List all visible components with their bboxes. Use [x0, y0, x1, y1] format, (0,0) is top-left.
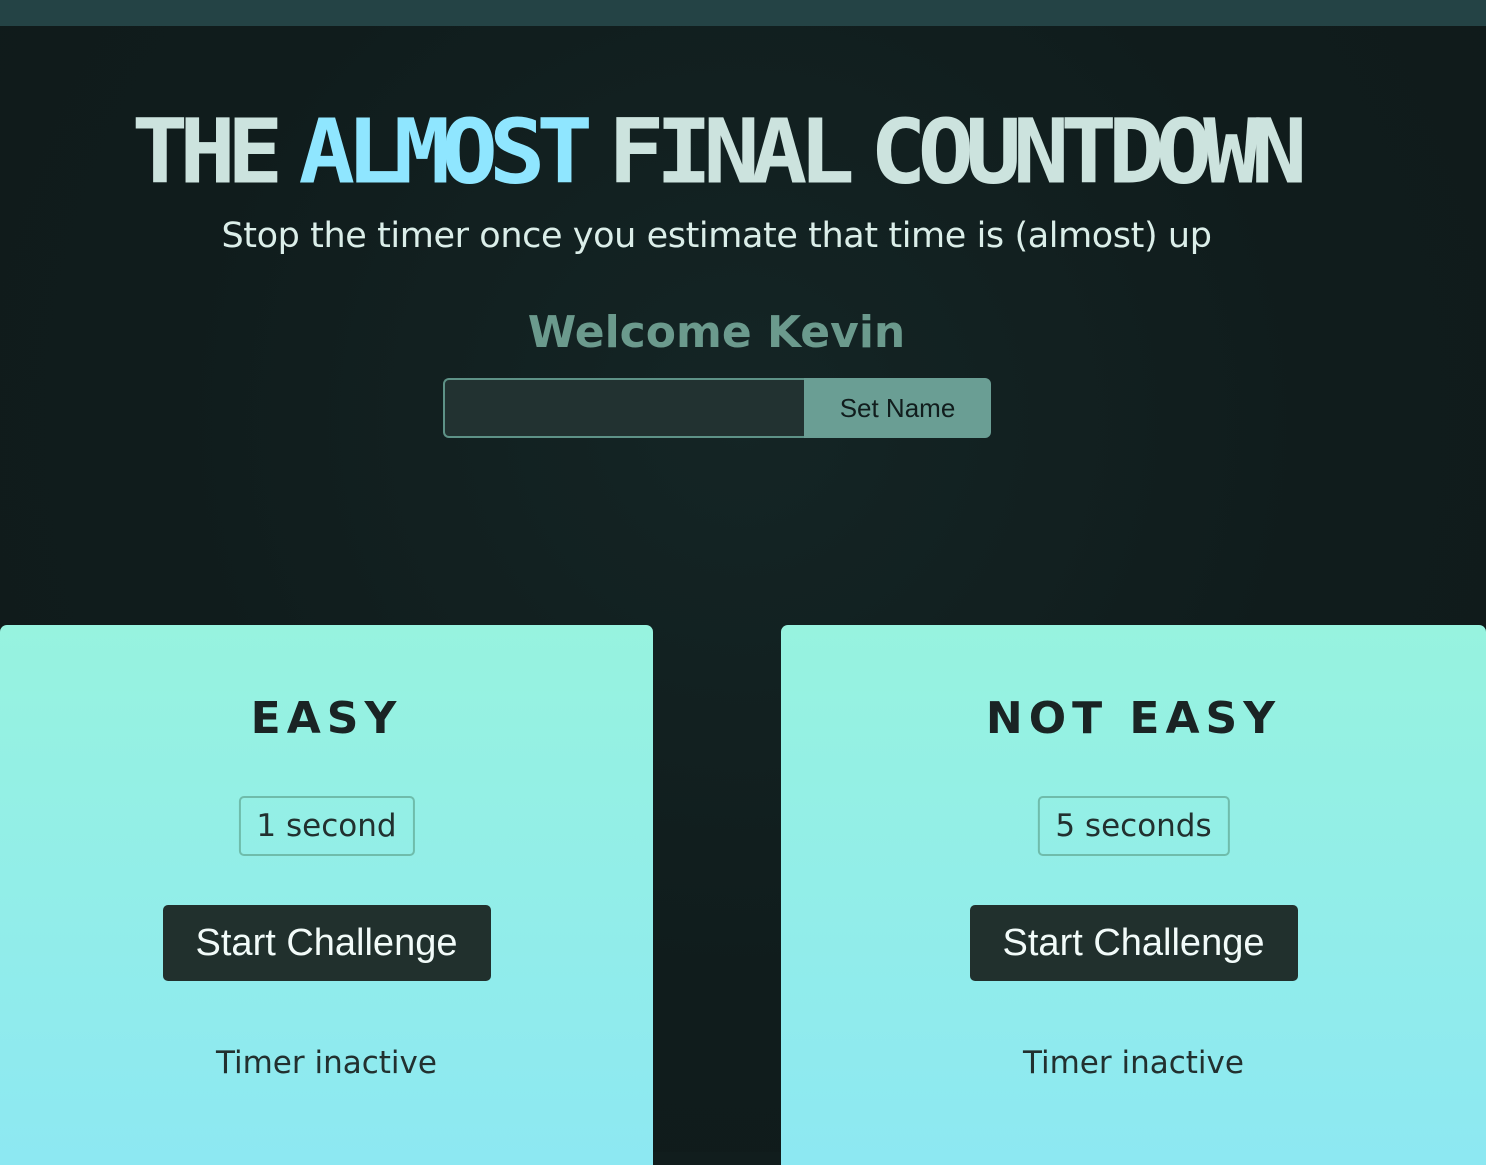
- top-bar: [0, 0, 1486, 26]
- challenge-title: NOT EASY: [985, 693, 1282, 744]
- challenge-card-easy: EASY 1 second Start Challenge Timer inac…: [0, 625, 653, 1165]
- challenge-duration: 1 second: [238, 796, 415, 856]
- welcome-message: Welcome Kevin: [527, 307, 906, 358]
- name-form: Set Name: [443, 378, 991, 438]
- challenge-duration: 5 seconds: [1037, 796, 1230, 856]
- set-name-button[interactable]: Set Name: [804, 378, 991, 438]
- name-input[interactable]: [443, 378, 804, 438]
- title-word-almost: ALMOST: [298, 100, 593, 205]
- start-challenge-button[interactable]: Start Challenge: [969, 905, 1298, 981]
- challenge-title: EASY: [250, 693, 403, 744]
- timer-status: Timer inactive: [216, 1045, 437, 1081]
- start-challenge-button[interactable]: Start Challenge: [162, 905, 491, 981]
- title-word-countdown: COUNTDOWN: [869, 100, 1307, 205]
- page-subtitle: Stop the timer once you estimate that ti…: [221, 216, 1212, 256]
- challenge-card-not-easy: NOT EASY 5 seconds Start Challenge Timer…: [781, 625, 1486, 1165]
- page-title: THE ALMOST FINAL COUNTDOWN: [0, 108, 1430, 197]
- title-word-the: THE: [131, 100, 284, 205]
- timer-status: Timer inactive: [1023, 1045, 1244, 1081]
- title-word-final: FINAL: [608, 100, 855, 205]
